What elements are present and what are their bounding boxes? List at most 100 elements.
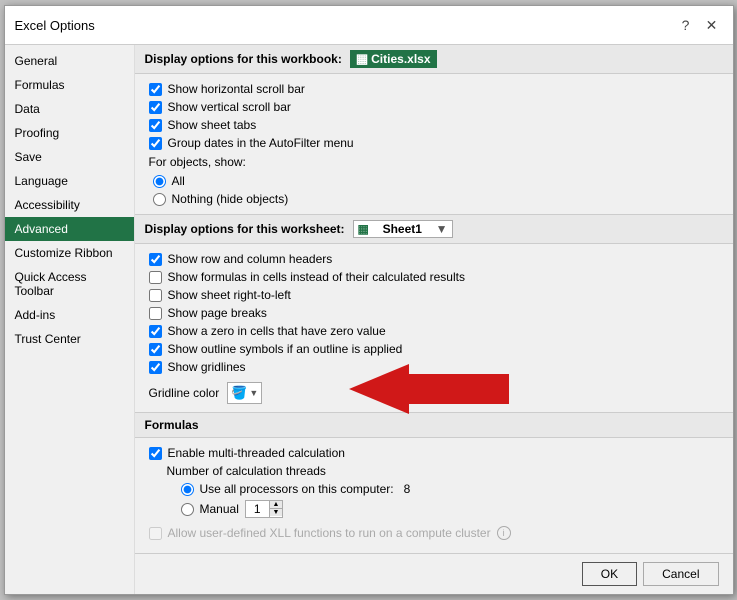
show-zero-cells-checkbox[interactable] [149,325,162,338]
sidebar-item-formulas[interactable]: Formulas [5,73,134,97]
show-page-breaks-label[interactable]: Show page breaks [168,306,267,320]
manual-row: Manual 1 ▲ ▼ [149,498,719,520]
show-gridlines-checkbox[interactable] [149,361,162,374]
gridline-color-row: Gridline color 🪣 ▼ [149,380,719,406]
workbook-section-header: Display options for this workbook: ▦ Cit… [135,45,733,74]
show-rtl-checkbox[interactable] [149,289,162,302]
manual-value: 1 [246,501,270,517]
allow-xll-checkbox[interactable] [149,527,162,540]
formulas-section-header: Formulas [135,412,733,438]
spinner-down-button[interactable]: ▼ [270,509,283,516]
use-all-processors-radio[interactable] [181,483,194,496]
show-horizontal-scroll-label[interactable]: Show horizontal scroll bar [168,82,305,96]
checkbox-row: Show vertical scroll bar [149,98,719,116]
gridline-color-label: Gridline color [149,386,220,400]
sidebar: GeneralFormulasDataProofingSaveLanguageA… [5,45,135,594]
checkbox-row: Show gridlines [149,358,719,376]
show-formulas-label[interactable]: Show formulas in cells instead of their … [168,270,465,284]
excel-options-dialog: Excel Options ? ✕ GeneralFormulasDataPro… [4,5,734,595]
radio-nothing-row: Nothing (hide objects) [149,190,719,208]
use-all-processors-label[interactable]: Use all processors on this computer: [200,482,394,496]
workbook-icon: ▦ [356,51,368,67]
color-dropdown-arrow-icon: ▼ [249,388,258,398]
show-vertical-scroll-checkbox[interactable] [149,101,162,114]
show-sheet-tabs-label[interactable]: Show sheet tabs [168,118,257,132]
ok-button[interactable]: OK [582,562,637,586]
checkbox-row: Show outline symbols if an outline is ap… [149,340,719,358]
group-dates-checkbox[interactable] [149,137,162,150]
sidebar-item-proofing[interactable]: Proofing [5,121,134,145]
sidebar-item-accessibility[interactable]: Accessibility [5,193,134,217]
spinner-controls: ▲ ▼ [270,501,283,517]
show-outline-symbols-checkbox[interactable] [149,343,162,356]
worksheet-section-header: Display options for this worksheet: ▦ Sh… [135,214,733,244]
sidebar-item-add-ins[interactable]: Add-ins [5,303,134,327]
title-bar: Excel Options ? ✕ [5,6,733,45]
dropdown-arrow-icon: ▼ [436,222,448,236]
processor-count: 8 [404,482,411,496]
show-page-breaks-checkbox[interactable] [149,307,162,320]
radio-all-label[interactable]: All [172,174,185,188]
checkbox-row: Show page breaks [149,304,719,322]
enable-multithreaded-label[interactable]: Enable multi-threaded calculation [168,446,345,460]
cancel-button[interactable]: Cancel [643,562,718,586]
show-formulas-checkbox[interactable] [149,271,162,284]
workbook-header-label: Display options for this workbook: [145,52,342,66]
checkbox-row: Group dates in the AutoFilter menu [149,134,719,152]
sidebar-item-quick-access-toolbar[interactable]: Quick Access Toolbar [5,265,134,303]
checkbox-row: Show formulas in cells instead of their … [149,268,719,286]
info-icon[interactable]: i [497,526,511,540]
sidebar-item-trust-center[interactable]: Trust Center [5,327,134,351]
checkbox-row: Show row and column headers [149,250,719,268]
radio-nothing-label[interactable]: Nothing (hide objects) [172,192,289,206]
show-rtl-label[interactable]: Show sheet right-to-left [168,288,291,302]
sheet-dropdown[interactable]: ▦ Sheet1 ▼ [353,220,453,238]
workbook-name: Cities.xlsx [371,52,430,66]
sidebar-item-save[interactable]: Save [5,145,134,169]
checkbox-row: Show sheet tabs [149,116,719,134]
scrollable-content[interactable]: Display options for this workbook: ▦ Cit… [135,45,733,553]
show-zero-cells-label[interactable]: Show a zero in cells that have zero valu… [168,324,386,338]
sidebar-item-advanced[interactable]: Advanced [5,217,134,241]
formulas-section: Enable multi-threaded calculation Number… [135,438,733,548]
manual-radio[interactable] [181,503,194,516]
dialog-body: GeneralFormulasDataProofingSaveLanguageA… [5,45,733,594]
threads-label: Number of calculation threads [167,464,326,478]
show-gridlines-label[interactable]: Show gridlines [168,360,246,374]
use-all-processors-row: Use all processors on this computer: 8 [149,480,719,498]
show-horizontal-scroll-checkbox[interactable] [149,83,162,96]
radio-nothing[interactable] [153,193,166,206]
show-vertical-scroll-label[interactable]: Show vertical scroll bar [168,100,291,114]
for-objects-label: For objects, show: [149,152,719,172]
enable-multithreaded-row: Enable multi-threaded calculation [149,444,719,462]
manual-label[interactable]: Manual [200,502,239,516]
show-outline-symbols-label[interactable]: Show outline symbols if an outline is ap… [168,342,403,356]
sheet-icon: ▦ [358,222,369,236]
close-button[interactable]: ✕ [701,14,723,36]
group-dates-label[interactable]: Group dates in the AutoFilter menu [168,136,354,150]
title-controls: ? ✕ [675,14,723,36]
dialog-footer: OK Cancel [135,553,733,594]
content-area: Display options for this workbook: ▦ Cit… [135,45,733,594]
radio-all-row: All [149,172,719,190]
spinner-up-button[interactable]: ▲ [270,501,283,509]
show-sheet-tabs-checkbox[interactable] [149,119,162,132]
allow-xll-row: Allow user-defined XLL functions to run … [149,524,719,542]
sidebar-item-customize-ribbon[interactable]: Customize Ribbon [5,241,134,265]
worksheet-checkboxes: Show row and column headers Show formula… [135,244,733,412]
gridline-color-button[interactable]: 🪣 ▼ [227,382,262,404]
radio-all[interactable] [153,175,166,188]
allow-xll-label[interactable]: Allow user-defined XLL functions to run … [168,526,491,540]
workbook-badge: ▦ Cities.xlsx [350,50,437,68]
sidebar-item-general[interactable]: General [5,49,134,73]
show-row-column-headers-label[interactable]: Show row and column headers [168,252,333,266]
workbook-checkboxes: Show horizontal scroll bar Show vertical… [135,74,733,214]
help-button[interactable]: ? [675,14,697,36]
dialog-title: Excel Options [15,18,95,33]
checkbox-row: Show sheet right-to-left [149,286,719,304]
threads-label-row: Number of calculation threads [149,462,719,480]
sidebar-item-data[interactable]: Data [5,97,134,121]
enable-multithreaded-checkbox[interactable] [149,447,162,460]
sidebar-item-language[interactable]: Language [5,169,134,193]
show-row-column-headers-checkbox[interactable] [149,253,162,266]
